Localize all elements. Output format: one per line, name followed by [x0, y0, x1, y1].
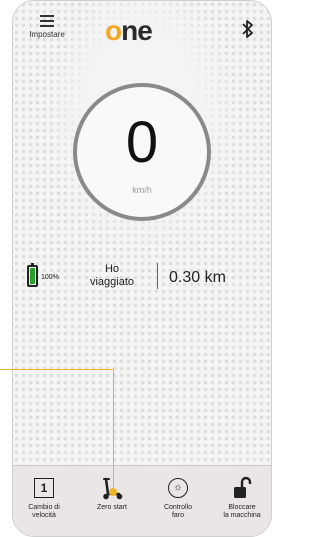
logo-o: o — [105, 15, 122, 46]
battery-icon — [27, 263, 38, 287]
bottom-nav-bar: 1 Cambio di velocità Zero start ☼ Contro… — [13, 465, 271, 536]
traveled-label-line1: Ho — [104, 263, 120, 275]
callout-line-vertical — [113, 369, 114, 492]
hamburger-icon — [40, 15, 54, 27]
speed-gear-1-icon: 1 — [34, 478, 54, 498]
tab-zero-start-label: Zero start — [97, 504, 127, 511]
tab-headlight-control-label: Controllo faro — [163, 504, 192, 519]
phone-screen: Impostare one 0 km/h 100% Ho viaggiato 0… — [12, 0, 272, 537]
traveled-label-line2: viaggiato — [89, 276, 135, 288]
traveled-label: Ho viaggiato — [77, 263, 147, 289]
speed-unit: km/h — [132, 185, 152, 195]
app-header: Impostare one — [13, 1, 271, 51]
bluetooth-icon[interactable] — [241, 19, 255, 39]
battery-percent: 100% — [41, 274, 59, 281]
tab-speed-change[interactable]: 1 Cambio di velocità — [19, 474, 69, 520]
settings-menu-button[interactable]: Impostare — [27, 15, 67, 39]
distance-value: 0.30 km — [169, 269, 226, 286]
settings-menu-label: Impostare — [29, 30, 65, 39]
callout-line-horizontal — [0, 369, 114, 370]
tab-lock-vehicle[interactable]: Bloccare la macchina — [217, 474, 267, 520]
lock-icon — [234, 476, 252, 498]
headlight-icon: ☼ — [168, 478, 188, 498]
tab-speed-change-label: Cambio di velocità — [28, 504, 60, 519]
info-divider — [157, 263, 158, 289]
speedometer-gauge: 0 km/h — [73, 83, 211, 221]
tab-headlight-control[interactable]: ☼ Controllo faro — [153, 474, 203, 520]
logo-ne: ne — [121, 15, 153, 46]
speed-value: 0 — [125, 110, 159, 175]
trip-info: 100% Ho viaggiato 0.30 km — [27, 263, 263, 303]
callout-marker — [109, 488, 117, 496]
battery-fill — [30, 268, 35, 284]
app-logo: one — [105, 15, 153, 47]
tab-lock-vehicle-label: Bloccare la macchina — [223, 504, 261, 519]
